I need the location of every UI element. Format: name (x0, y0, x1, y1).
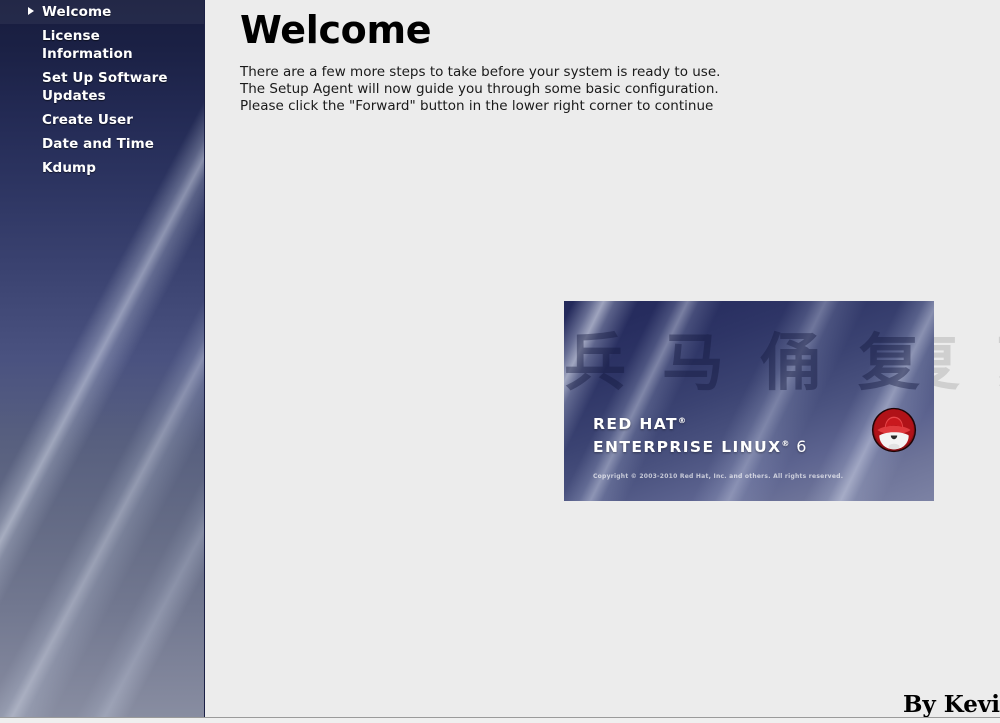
sidebar-item-label: Create User (42, 112, 134, 128)
banner-copyright: Copyright © 2003-2010 Red Hat, Inc. and … (593, 473, 844, 480)
intro-text: There are a few more steps to take befor… (240, 64, 721, 114)
sidebar-item-create-user[interactable]: Create User (0, 108, 204, 132)
rhel-brand-lockup: RED HAT® ENTERPRISE LINUX® 6 (593, 411, 806, 457)
brand-text-red-hat: RED HAT (593, 415, 678, 434)
sidebar-item-label: License Information (42, 28, 133, 62)
banner-watermark: 兵马俑复苏 (564, 326, 934, 399)
brand-text-enterprise-linux: ENTERPRISE LINUX (593, 438, 782, 457)
sidebar-item-label: Set Up Software Updates (42, 70, 168, 104)
registered-mark-icon: ® (781, 439, 790, 449)
sidebar-item-date-and-time[interactable]: Date and Time (0, 132, 204, 156)
sidebar-item-label: Date and Time (42, 136, 155, 152)
sidebar-item-set-up-software-updates[interactable]: Set Up Software Updates (0, 66, 204, 108)
brand-line-enterprise-linux: ENTERPRISE LINUX® 6 (593, 434, 806, 457)
sidebar-item-license-information[interactable]: License Information (0, 24, 204, 66)
firstboot-screen: Welcome License Information Set Up Softw… (0, 0, 1000, 723)
current-step-arrow-icon (28, 7, 34, 15)
rhel-splash-banner: 兵马俑复苏 RED HAT® ENTERPRISE LINUX® 6 Copyr… (564, 301, 934, 501)
sidebar-item-kdump[interactable]: Kdump (0, 156, 204, 180)
brand-version: 6 (796, 437, 807, 457)
main-content: Welcome There are a few more steps to ta… (206, 0, 1000, 717)
red-hat-shadowman-icon (871, 407, 917, 453)
sidebar-item-label: Welcome (42, 4, 112, 20)
bottom-strip (0, 717, 1000, 723)
page-title: Welcome (240, 8, 432, 52)
brand-line-red-hat: RED HAT® (593, 411, 806, 434)
sidebar: Welcome License Information Set Up Softw… (0, 0, 205, 717)
sidebar-item-welcome[interactable]: Welcome (0, 0, 204, 24)
author-signature-watermark: By Kevi (902, 691, 1000, 718)
sidebar-nav: Welcome License Information Set Up Softw… (0, 0, 204, 180)
sidebar-item-label: Kdump (42, 160, 96, 176)
registered-mark-icon: ® (677, 416, 686, 425)
